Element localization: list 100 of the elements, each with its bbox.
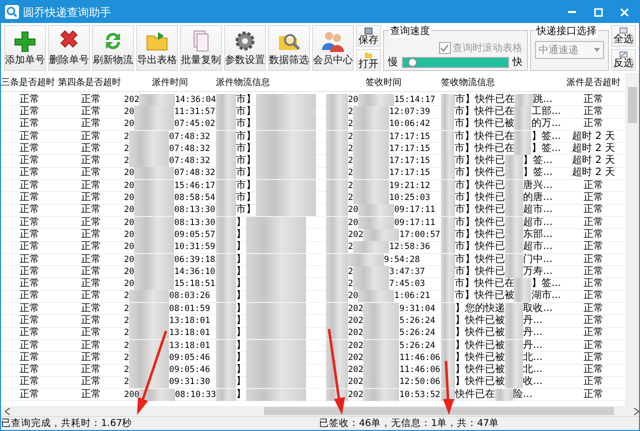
window-icon bbox=[618, 27, 628, 34]
blurred-patch bbox=[363, 327, 400, 340]
table-cell: 2 bbox=[348, 155, 354, 168]
table-cell: 取收... bbox=[523, 302, 553, 315]
blurred-patch bbox=[216, 376, 236, 388]
table-cell-text: 正常 bbox=[18, 315, 40, 327]
blurred-patch bbox=[495, 388, 513, 401]
table-cell: 20 bbox=[348, 216, 358, 229]
table-cell: 】 bbox=[236, 352, 246, 364]
horizontal-scrollbar[interactable] bbox=[1, 406, 639, 416]
blurred-patch bbox=[514, 106, 532, 118]
window-title: 圆乔快递查询助手 bbox=[23, 4, 112, 20]
folder-icon bbox=[364, 50, 373, 58]
table-cell-text: 正常 bbox=[18, 204, 40, 216]
table-cell: 10:06:42 bbox=[389, 118, 430, 130]
toolbar-button[interactable]: 参数设置 bbox=[224, 25, 266, 71]
table-cell: 202 bbox=[348, 228, 364, 241]
table-cell-text: 】签... bbox=[531, 278, 561, 290]
table-cell-text: 正常 bbox=[18, 106, 40, 118]
blurred-patch bbox=[246, 290, 306, 302]
column-header[interactable]: 签收时间 bbox=[326, 76, 441, 88]
table-cell: 13:18:01 bbox=[169, 327, 210, 340]
table-cell-text: 正常 bbox=[582, 340, 604, 352]
table-cell: 5:26:24 bbox=[399, 327, 436, 340]
toolbar-button[interactable]: 反选 bbox=[610, 49, 636, 71]
toolbar-button[interactable]: 导出表格 bbox=[136, 25, 178, 71]
table-cell-text: 正常 bbox=[18, 266, 40, 278]
swap-icon bbox=[618, 51, 628, 58]
column-header[interactable]: 签收物流信息 bbox=[441, 76, 561, 88]
table-cell: 20 bbox=[348, 204, 358, 216]
slider-thumb[interactable] bbox=[408, 58, 418, 66]
close-icon[interactable] bbox=[620, 8, 628, 16]
table-cell: 20 bbox=[124, 278, 134, 290]
table-cell-text: 】快件已被 bbox=[455, 364, 505, 376]
toolbar-button[interactable]: 全选 bbox=[610, 25, 636, 47]
table-cell: 07:48:32 bbox=[174, 167, 216, 180]
table-cell: 2 bbox=[348, 266, 354, 278]
blurred-patch bbox=[326, 167, 348, 180]
toolbar-button[interactable]: 会员中心 bbox=[312, 25, 354, 71]
blurred-patch bbox=[216, 180, 236, 192]
table-cell: 】 bbox=[236, 315, 246, 327]
table-cell: 】 bbox=[236, 216, 246, 229]
blurred-patch bbox=[505, 167, 523, 180]
toolbar-button[interactable]: 添加单号 bbox=[4, 25, 46, 71]
app-icon bbox=[5, 5, 19, 19]
toolbar-button[interactable]: 打开 bbox=[356, 49, 382, 71]
table-cell-text: 正常 bbox=[80, 302, 102, 315]
blurred-patch bbox=[353, 180, 390, 192]
maximize-icon[interactable] bbox=[594, 8, 602, 16]
table-cell: 2 bbox=[124, 302, 130, 315]
blurred-patch bbox=[514, 130, 532, 143]
column-header[interactable]: 派件时间 bbox=[124, 76, 216, 88]
blurred-patch bbox=[441, 241, 455, 254]
toolbar-button[interactable]: 数据筛选 bbox=[268, 25, 310, 71]
column-header[interactable]: 派件物流信息 bbox=[216, 76, 326, 88]
table-cell: 】 bbox=[236, 388, 246, 401]
slider-label: 慢 bbox=[388, 56, 398, 69]
blurred-patch bbox=[363, 228, 400, 241]
table-cell: 10:31:59 bbox=[174, 241, 216, 254]
vertical-scrollbar[interactable] bbox=[625, 73, 639, 407]
blurred-patch bbox=[216, 302, 236, 315]
blurred-patch bbox=[358, 204, 394, 216]
table-cell: 202 bbox=[348, 315, 364, 327]
blurred-patch bbox=[216, 204, 236, 216]
blurred-patch bbox=[505, 216, 523, 229]
blurred-patch bbox=[216, 118, 236, 130]
table-cell: 2 bbox=[348, 142, 354, 155]
table-cell: 09:05:57 bbox=[174, 228, 216, 241]
blurred-patch bbox=[441, 254, 455, 266]
column-header[interactable]: 第四条是否超时 bbox=[58, 76, 124, 88]
blurred-patch bbox=[441, 302, 455, 315]
table-cell: 10:53:52 bbox=[399, 388, 440, 401]
table-cell: 2 bbox=[124, 340, 130, 352]
speed-slider[interactable] bbox=[402, 56, 509, 68]
column-header[interactable]: 派件是否超时 bbox=[561, 76, 626, 88]
table-cell: 202 bbox=[348, 352, 364, 364]
table-cell: 北... bbox=[523, 352, 543, 364]
blurred-patch bbox=[353, 130, 390, 143]
table-cell-text: 正常 bbox=[80, 118, 102, 130]
table-cell-text: 正常 bbox=[18, 327, 40, 340]
table-cell: 3:47:37 bbox=[389, 266, 425, 278]
toolbar-button[interactable]: 刷新物流 bbox=[92, 25, 134, 71]
toolbar-button[interactable]: 批量复制 bbox=[180, 25, 222, 71]
column-header[interactable]: 三条是否超时 bbox=[1, 76, 58, 88]
table-cell-text: 正常 bbox=[582, 302, 604, 315]
toolbar-button[interactable]: 删除单号 bbox=[48, 25, 90, 71]
blurred-patch bbox=[514, 142, 532, 155]
blurred-patch bbox=[505, 266, 523, 278]
table-cell-text: 正常 bbox=[18, 155, 40, 167]
table-cell: 】快件已被 bbox=[455, 327, 505, 340]
blurred-patch bbox=[441, 204, 455, 216]
table-cell: 20 bbox=[348, 94, 358, 106]
table-cell-text: 正常 bbox=[18, 376, 40, 388]
table-cell: 10:25:03 bbox=[389, 192, 430, 204]
table-cell: 】 bbox=[236, 254, 246, 266]
table-cell: 09:05:46 bbox=[169, 352, 210, 364]
table-cell-text: 正常 bbox=[582, 106, 604, 118]
toolbar-button[interactable]: 保存 bbox=[356, 25, 382, 47]
blurred-patch bbox=[216, 94, 236, 106]
table-cell-text: 正常 bbox=[18, 142, 40, 155]
